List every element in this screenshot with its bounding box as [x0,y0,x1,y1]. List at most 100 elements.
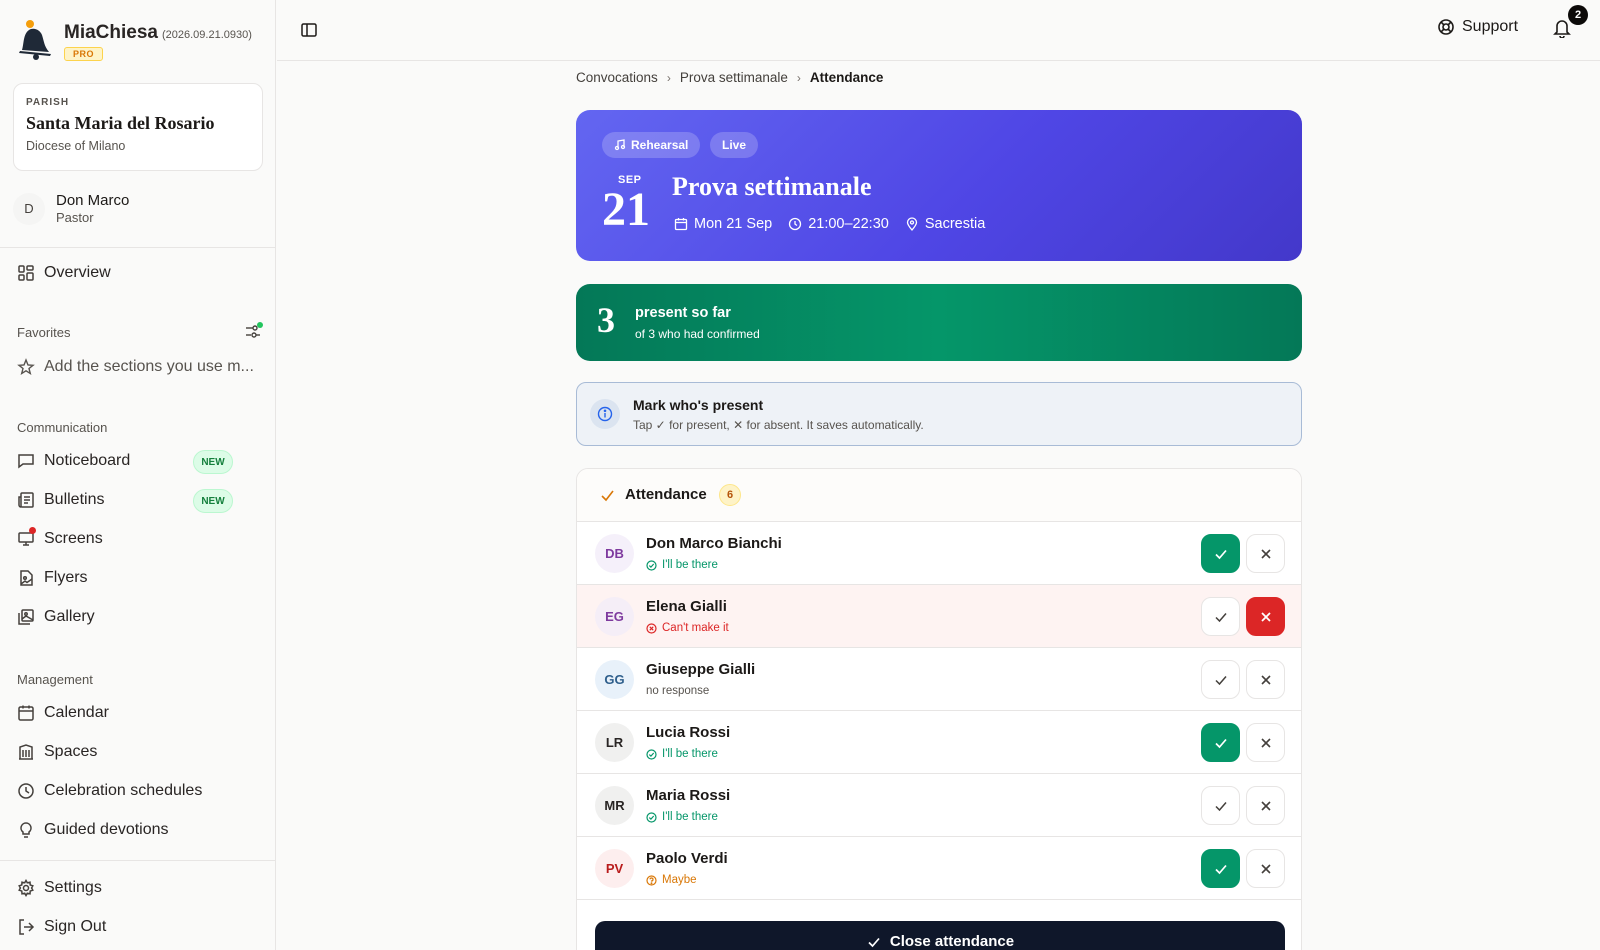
sidebar-item-celebration-schedules[interactable]: Celebration schedules [17,780,202,802]
sidebar-item-flyers[interactable]: Flyers [17,567,88,589]
lightbulb-icon [17,821,35,839]
event-day: 21 [602,183,650,236]
sidebar-item-label: Calendar [44,704,109,721]
breadcrumb-convocations[interactable]: Convocations [576,70,658,85]
table-row: DB Don Marco Bianchi I'll be there [577,522,1301,585]
rsvp-status: I'll be there [646,559,718,571]
mark-present-button[interactable] [1201,786,1240,825]
notifications-button[interactable] [1553,18,1571,38]
sidebar-item-sign-out[interactable]: Sign Out [17,916,106,938]
sidebar-item-label: Bulletins [44,491,105,508]
mark-absent-button[interactable] [1246,660,1285,699]
sidebar-item-settings[interactable]: Settings [17,877,102,899]
mark-absent-button[interactable] [1246,786,1285,825]
attendance-header: Attendance 6 [577,469,1301,522]
mark-absent-button[interactable] [1246,534,1285,573]
close-icon [1260,863,1271,874]
notification-count-badge: 2 [1568,5,1588,25]
breadcrumb: Convocations › Prova settimanale › Atten… [576,70,883,85]
person-name: Elena Gialli [646,598,727,615]
sidebar-toggle-icon[interactable] [300,21,318,39]
table-row: LR Lucia Rossi I'll be there [577,711,1301,774]
sidebar-item-screens[interactable]: Screens [17,527,103,550]
check-icon [600,488,615,503]
attendance-count-badge: 6 [719,484,741,506]
favorites-hint-label: Add the sections you use m... [44,358,254,375]
user-role: Pastor [56,210,94,225]
sidebar-item-label: Flyers [44,569,88,586]
sidebar-item-calendar[interactable]: Calendar [17,702,109,724]
mark-present-button[interactable] [1201,534,1240,573]
communication-label: Communication [17,420,108,435]
user-profile[interactable]: D Don Marco Pastor [13,192,129,225]
attendance-card: Attendance 6 DB Don Marco Bianchi I'll b… [576,468,1302,950]
check-icon [1214,738,1227,748]
images-icon [17,608,35,626]
mark-absent-button[interactable] [1246,723,1285,762]
support-button[interactable]: Support [1437,18,1518,36]
sidebar-item-label: Sign Out [44,918,107,935]
sidebar-item-bulletins[interactable]: Bulletins [17,489,104,511]
sidebar-item-label: Gallery [44,608,95,625]
mark-absent-button[interactable] [1246,597,1285,636]
sidebar-item-label: Overview [44,264,111,281]
bell-icon [1553,18,1571,38]
favorites-label: Favorites [17,325,71,340]
close-attendance-label: Close attendance [889,933,1015,950]
newspaper-icon [17,491,35,509]
chevron-right-icon: › [666,70,671,85]
pro-badge: PRO [64,47,104,61]
new-badge: NEW [193,489,233,513]
star-icon [17,358,35,376]
sidebar-item-label: Guided devotions [44,821,169,838]
avatar: MR [595,786,634,825]
avatar: LR [595,723,634,762]
avatar: PV [595,849,634,888]
event-place: Sacrestia [924,216,986,232]
favorites-settings-icon[interactable] [244,322,264,340]
favorites-hint[interactable]: Add the sections you use m... [17,356,254,378]
info-banner: Mark who's present Tap ✓ for present, ✕ … [576,382,1302,446]
sidebar-item-spaces[interactable]: Spaces [17,741,97,763]
parish-card[interactable]: PARISH Santa Maria del Rosario Diocese o… [13,83,263,171]
rsvp-status-label: I'll be there [662,559,718,571]
check-icon [1214,864,1227,874]
present-subtitle: of 3 who had confirmed [635,327,760,341]
mark-present-button[interactable] [1201,723,1240,762]
avatar: DB [595,534,634,573]
brand[interactable]: MiaChiesa (2026.09.21.0930) PRO [16,18,252,62]
close-attendance-button[interactable]: Close attendance [595,921,1285,950]
mark-present-button[interactable] [1201,597,1240,636]
mark-absent-button[interactable] [1246,849,1285,888]
table-row: GG Giuseppe Gialli no response [577,648,1301,711]
mark-present-button[interactable] [1201,849,1240,888]
monitor-icon [17,527,36,548]
check-icon [1214,549,1227,559]
bell-logo-icon [16,18,54,60]
topbar [277,0,1600,61]
sidebar-item-guided-devotions[interactable]: Guided devotions [17,819,169,841]
sidebar-item-overview[interactable]: Overview [17,262,111,284]
unread-dot [29,527,36,534]
sidebar-item-gallery[interactable]: Gallery [17,606,95,628]
music-note-icon [614,139,626,151]
person-name: Don Marco Bianchi [646,535,782,552]
sidebar-item-noticeboard[interactable]: Noticeboard [17,450,130,472]
breadcrumb-event[interactable]: Prova settimanale [680,70,788,85]
table-row: PV Paolo Verdi Maybe [577,837,1301,900]
check-icon [1214,612,1227,622]
app-version: (2026.09.21.0930) [161,29,252,41]
tag-label: Live [722,138,747,152]
event-time: 21:00–22:30 [808,216,889,232]
check-icon [1214,675,1227,685]
close-icon [1260,737,1271,748]
management-label: Management [17,672,93,687]
person-name: Lucia Rossi [646,724,731,741]
life-buoy-icon [1437,18,1455,36]
rsvp-status: Maybe [646,874,697,886]
rsvp-status: I'll be there [646,748,718,760]
sidebar-item-label: Noticeboard [44,452,131,469]
close-icon [1260,674,1271,685]
mark-present-button[interactable] [1201,660,1240,699]
person-name: Maria Rossi [646,787,731,804]
